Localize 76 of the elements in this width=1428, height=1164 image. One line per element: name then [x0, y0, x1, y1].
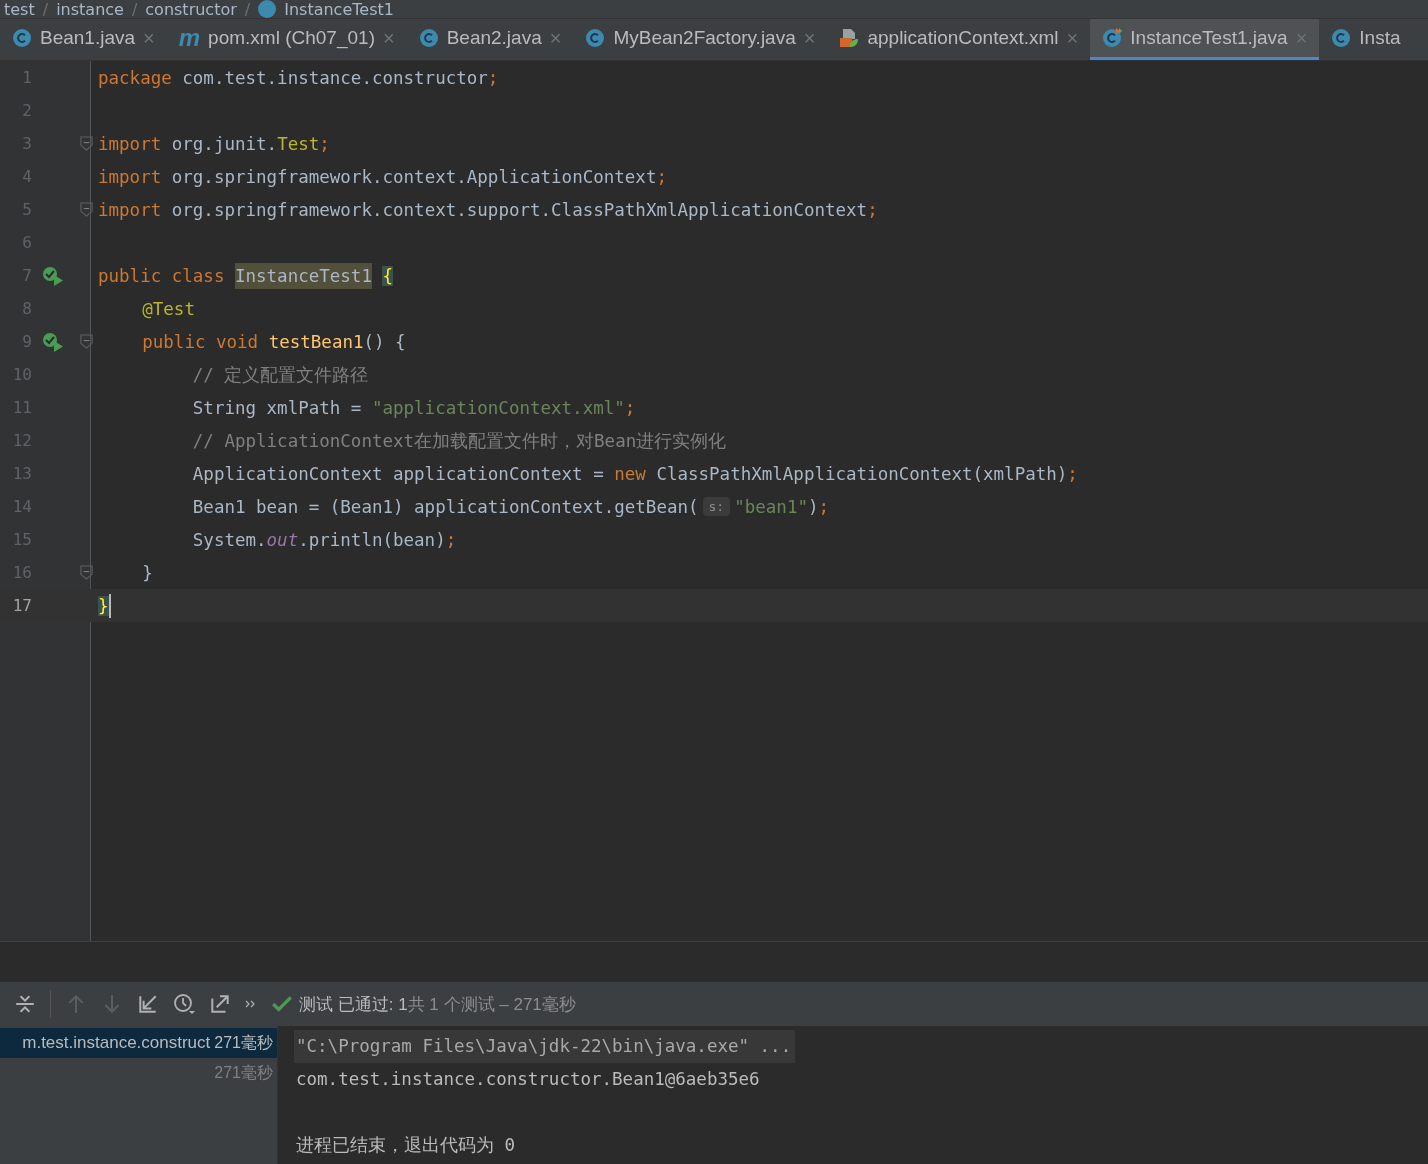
- editor-tab[interactable]: MyBean2Factory.java ×: [573, 19, 828, 60]
- line-number: 17: [11, 596, 32, 615]
- semicolon: ;: [818, 496, 830, 517]
- editor-tab[interactable]: Bean2.java ×: [406, 19, 574, 60]
- fold-icon[interactable]: [79, 136, 93, 151]
- code-text: System.: [192, 529, 267, 550]
- collapse-icon[interactable]: [14, 993, 36, 1015]
- brace: }: [98, 595, 109, 616]
- code-text: org.springframework.context.support.ClassPathXmlApplicationContext: [171, 199, 868, 220]
- code-text: com.test.instance.constructor: [182, 67, 488, 88]
- fold-icon[interactable]: [79, 202, 93, 217]
- annotation: @Test: [142, 298, 195, 319]
- check-icon: [271, 993, 293, 1015]
- breadcrumb-separator: /: [244, 2, 251, 18]
- more-icon[interactable]: [245, 998, 257, 1010]
- maven-icon: m: [178, 28, 201, 48]
- brace: {: [382, 265, 393, 286]
- breadcrumb-separator: /: [42, 2, 49, 18]
- code-text: Bean1 bean = (Bean1) applicationContext.getBean(: [192, 496, 699, 517]
- test-tree-row[interactable]: 271毫秒: [0, 1058, 277, 1088]
- parameter-hint: s:: [702, 497, 731, 516]
- test-class-icon: [1102, 28, 1123, 48]
- keyword: import: [98, 133, 163, 154]
- keyword: new: [614, 463, 647, 484]
- breadcrumb-item[interactable]: test: [4, 2, 35, 18]
- breadcrumb-item[interactable]: constructor: [145, 2, 237, 18]
- test-summary: 共 1 个测试 – 271毫秒: [407, 993, 576, 1016]
- code-text: org.junit.: [171, 133, 278, 154]
- keyword: public void: [142, 331, 260, 352]
- semicolon: ;: [656, 166, 667, 187]
- method-name: testBean1: [268, 331, 364, 352]
- editor-tab[interactable]: Insta: [1319, 19, 1413, 60]
- code-text: ClassPathXmlApplicationContext(xmlPath): [656, 463, 1068, 484]
- semicolon: ;: [1067, 463, 1078, 484]
- code-comment: // ApplicationContext在加载配置文件时，对Bean进行实例化: [192, 429, 727, 453]
- code-text: () {: [363, 331, 406, 352]
- code-text: ): [807, 496, 819, 517]
- run-test-icon[interactable]: [42, 331, 64, 352]
- string-literal: "bean1": [734, 496, 808, 517]
- test-tree-row[interactable]: m.test.instance.construct 271毫秒: [0, 1028, 277, 1058]
- breadcrumb-item[interactable]: InstanceTest1: [284, 2, 394, 18]
- code-comment: // 定义配置文件路径: [192, 363, 369, 387]
- export-icon[interactable]: [209, 993, 231, 1015]
- semicolon: ;: [445, 529, 457, 550]
- run-test-icon[interactable]: [42, 265, 64, 286]
- console-line: com.test.instance.constructor.Bean1@6aeb35e6: [296, 1068, 761, 1091]
- static-field: out: [266, 529, 299, 550]
- semicolon: ;: [319, 133, 330, 154]
- editor-tab[interactable]: Bean1.java ×: [0, 19, 167, 60]
- keyword: import: [98, 199, 163, 220]
- semicolon: ;: [867, 199, 878, 220]
- semicolon: ;: [624, 397, 636, 418]
- console-line: 进程已结束，退出代码为 0: [296, 1134, 517, 1157]
- editor-tab[interactable]: m pom.xml (Ch07_01) ×: [166, 19, 407, 60]
- annotation: Test: [277, 133, 320, 154]
- fold-icon[interactable]: [79, 565, 93, 580]
- class-name: InstanceTest1: [234, 262, 372, 289]
- code-text: String xmlPath =: [192, 397, 363, 418]
- code-text: }: [142, 562, 153, 583]
- editor-tab[interactable]: applicationContext.xml ×: [827, 19, 1091, 60]
- semicolon: ;: [487, 67, 499, 88]
- keyword: package: [98, 67, 173, 88]
- import-icon[interactable]: [137, 993, 159, 1015]
- breadcrumb-item[interactable]: instance: [56, 2, 124, 18]
- test-status: 测试 已通过: 1: [299, 993, 408, 1016]
- code-text: org.springframework.context.ApplicationContext: [171, 166, 657, 187]
- fold-icon[interactable]: [79, 334, 93, 349]
- breadcrumb-separator: /: [131, 2, 138, 18]
- code-text: .println(bean): [298, 529, 446, 550]
- xml-file-icon: [839, 28, 860, 48]
- code-text: ApplicationContext applicationContext =: [192, 463, 605, 484]
- editor-tab[interactable]: InstanceTest1.java ×: [1090, 19, 1320, 60]
- history-icon[interactable]: [173, 993, 195, 1015]
- keyword: public class: [98, 265, 226, 286]
- string-literal: "applicationContext.xml": [371, 397, 625, 418]
- keyword: import: [98, 166, 163, 187]
